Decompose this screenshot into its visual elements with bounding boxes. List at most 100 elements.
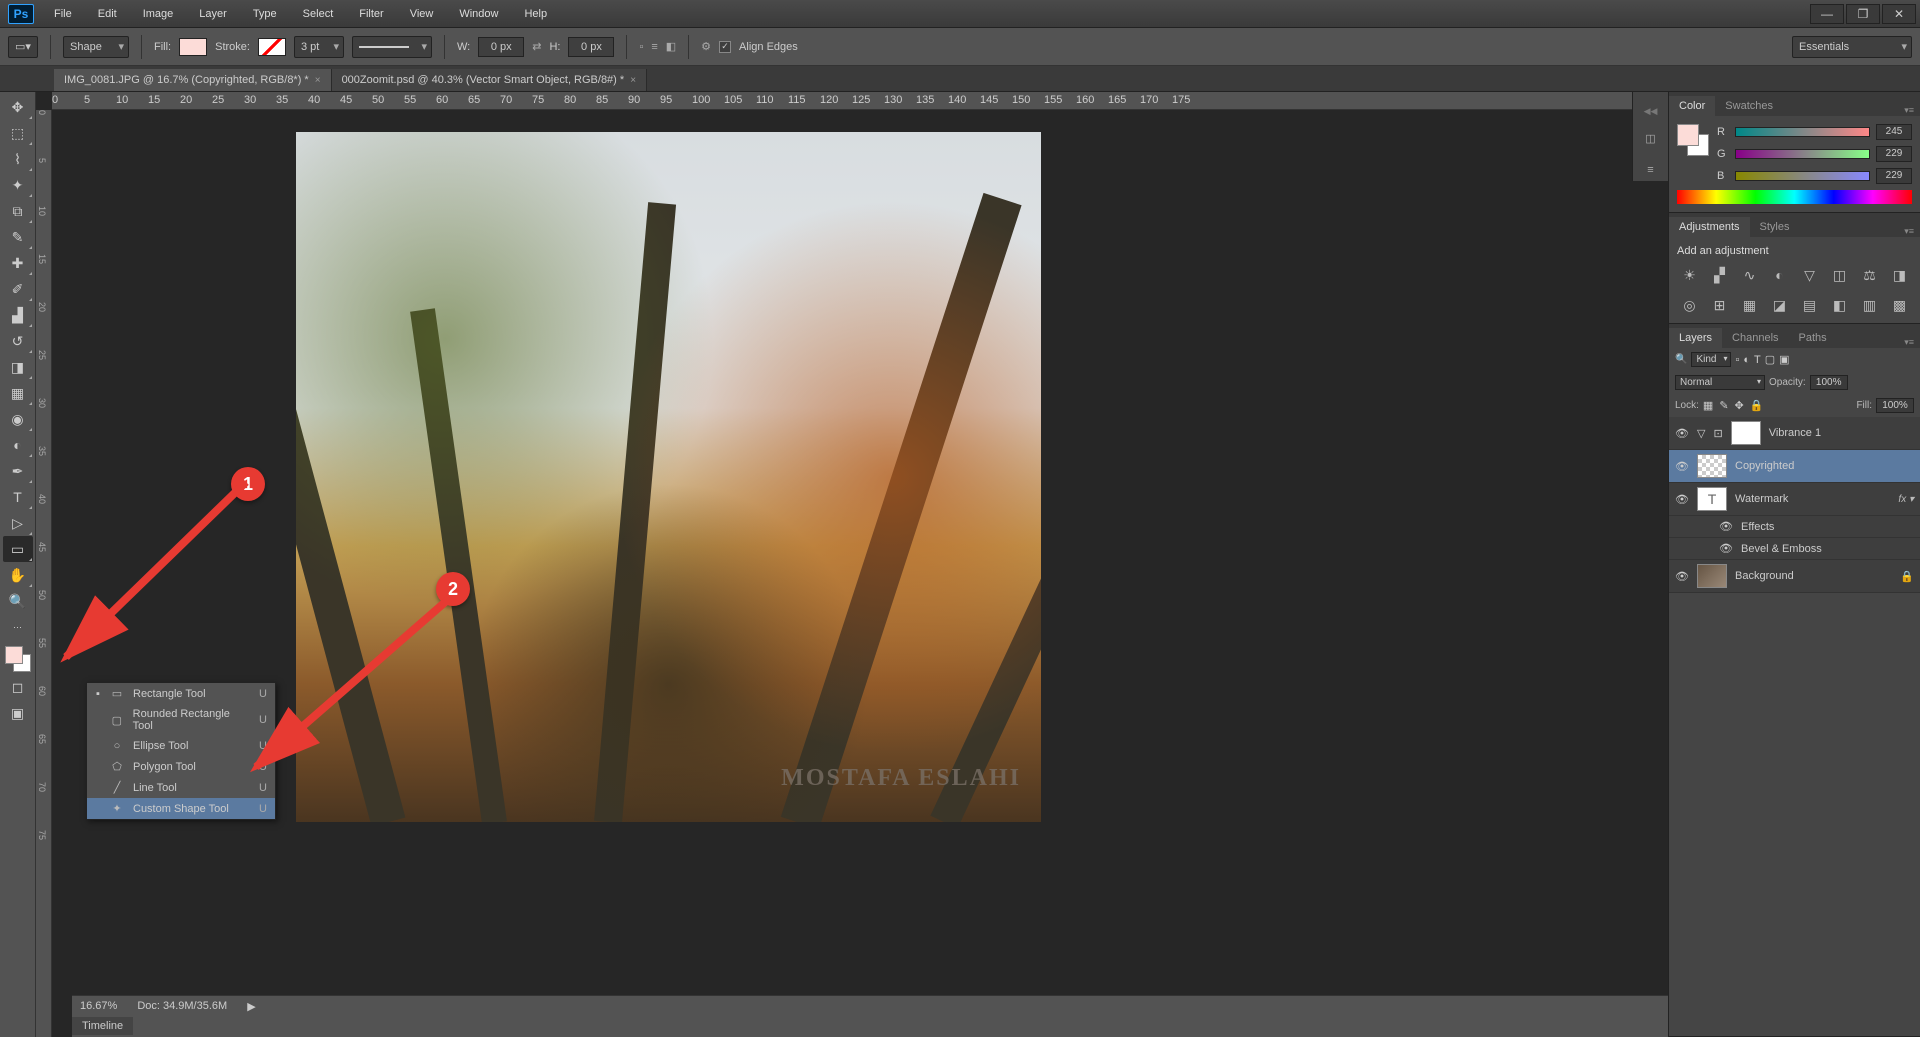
align-icon[interactable]: ≡ [651, 41, 657, 53]
posterize-icon[interactable]: ▤ [1800, 295, 1820, 315]
menu-type[interactable]: Type [241, 4, 289, 24]
align-edges-checkbox[interactable]: ✓ [719, 41, 731, 53]
bw-icon[interactable]: ◨ [1890, 265, 1910, 285]
pen-tool[interactable]: ✒ [3, 458, 33, 484]
lock-all-icon[interactable]: 🔒 [1750, 399, 1764, 412]
flyout-rounded-rectangle-tool[interactable]: ▢Rounded Rectangle ToolU [87, 704, 275, 736]
stroke-style-select[interactable] [352, 36, 432, 58]
type-tool[interactable]: T [3, 484, 33, 510]
arrange-icon[interactable]: ◧ [666, 40, 676, 53]
minimize-button[interactable]: — [1810, 4, 1844, 24]
vibrance-icon[interactable]: ▽ [1800, 265, 1820, 285]
color-swatches[interactable] [3, 644, 33, 674]
zoom-tool[interactable]: 🔍 [3, 588, 33, 614]
r-slider[interactable] [1735, 127, 1870, 137]
menu-layer[interactable]: Layer [187, 4, 239, 24]
lock-trans-icon[interactable]: ▦ [1703, 399, 1713, 412]
flyout-custom-shape-tool[interactable]: ✦Custom Shape ToolU [87, 798, 275, 819]
flyout-line-tool[interactable]: ╱Line ToolU [87, 777, 275, 798]
menu-help[interactable]: Help [512, 4, 559, 24]
g-slider[interactable] [1735, 149, 1870, 159]
properties-dock-icon[interactable]: ≡ [1640, 159, 1662, 181]
balance-icon[interactable]: ⚖ [1860, 265, 1880, 285]
stroke-swatch[interactable] [258, 38, 286, 56]
layer-row[interactable]: 👁Copyrighted [1669, 450, 1920, 483]
flyout-polygon-tool[interactable]: ⬠Polygon ToolU [87, 756, 275, 777]
stroke-width-select[interactable]: 3 pt [294, 36, 344, 58]
height-input[interactable] [568, 37, 614, 57]
settings-gear-icon[interactable]: ⚙ [701, 40, 711, 53]
brush-tool[interactable]: ✐ [3, 276, 33, 302]
close-tab-icon[interactable]: × [315, 75, 321, 86]
selective-icon[interactable]: ▩ [1890, 295, 1910, 315]
photo-filter-icon[interactable]: ◎ [1680, 295, 1700, 315]
history-brush-tool[interactable]: ↺ [3, 328, 33, 354]
blend-mode-select[interactable]: Normal [1675, 375, 1765, 390]
tab-paths[interactable]: Paths [1789, 328, 1837, 348]
filter-type-icon[interactable]: T [1754, 354, 1761, 366]
tab-layers[interactable]: Layers [1669, 328, 1722, 348]
link-wh-icon[interactable]: ⇄ [532, 40, 541, 53]
fill-input[interactable]: 100% [1876, 398, 1914, 413]
healing-tool[interactable]: ✚ [3, 250, 33, 276]
layer-row[interactable]: 👁Effects [1669, 516, 1920, 538]
invert-icon[interactable]: ◪ [1770, 295, 1790, 315]
spectrum-bar[interactable] [1677, 190, 1912, 204]
filter-pixel-icon[interactable]: ▫ [1735, 354, 1739, 366]
quickmask-icon[interactable]: ◻ [3, 674, 33, 700]
menu-view[interactable]: View [398, 4, 446, 24]
eyedropper-tool[interactable]: ✎ [3, 224, 33, 250]
path-ops-icon[interactable]: ▫ [639, 41, 643, 53]
gradient-map-icon[interactable]: ▥ [1860, 295, 1880, 315]
menu-edit[interactable]: Edit [86, 4, 129, 24]
levels-icon[interactable]: ▞ [1710, 265, 1730, 285]
filter-kind-select[interactable]: Kind [1691, 352, 1731, 367]
curves-icon[interactable]: ∿ [1740, 265, 1760, 285]
fill-swatch[interactable] [179, 38, 207, 56]
g-value[interactable]: 229 [1876, 146, 1912, 162]
panel-menu-icon[interactable]: ▾≡ [1898, 337, 1920, 348]
history-dock-icon[interactable]: ◫ [1640, 127, 1662, 149]
marquee-tool[interactable]: ⬚ [3, 120, 33, 146]
menu-image[interactable]: Image [131, 4, 186, 24]
panel-menu-icon[interactable]: ▾≡ [1898, 226, 1920, 237]
opacity-input[interactable]: 100% [1810, 375, 1848, 390]
layer-row[interactable]: 👁TWatermarkfx ▾ [1669, 483, 1920, 516]
screenmode-icon[interactable]: ▣ [3, 700, 33, 726]
brightness-icon[interactable]: ☀ [1680, 265, 1700, 285]
tool-preset-icon[interactable]: ▭▾ [8, 36, 38, 58]
threshold-icon[interactable]: ◧ [1830, 295, 1850, 315]
hue-icon[interactable]: ◫ [1830, 265, 1850, 285]
panel-menu-icon[interactable]: ▾≡ [1898, 105, 1920, 116]
tab-styles[interactable]: Styles [1750, 217, 1800, 237]
tab-adjustments[interactable]: Adjustments [1669, 217, 1750, 237]
r-value[interactable]: 245 [1876, 124, 1912, 140]
tab-channels[interactable]: Channels [1722, 328, 1788, 348]
document-tab[interactable]: IMG_0081.JPG @ 16.7% (Copyrighted, RGB/8… [54, 69, 332, 91]
move-tool[interactable]: ✥ [3, 94, 33, 120]
close-button[interactable]: ✕ [1882, 4, 1916, 24]
mixer-icon[interactable]: ⊞ [1710, 295, 1730, 315]
flyout-rectangle-tool[interactable]: ▪▭Rectangle ToolU [87, 683, 275, 704]
gradient-tool[interactable]: ▦ [3, 380, 33, 406]
stamp-tool[interactable]: ▟ [3, 302, 33, 328]
path-select-tool[interactable]: ▷ [3, 510, 33, 536]
edit-toolbar-icon[interactable]: ⋯ [3, 614, 33, 640]
crop-tool[interactable]: ⧉ [3, 198, 33, 224]
layer-row[interactable]: 👁Background🔒 [1669, 560, 1920, 593]
tab-swatches[interactable]: Swatches [1715, 96, 1783, 116]
layer-row[interactable]: 👁▽⊡Vibrance 1 [1669, 417, 1920, 450]
lasso-tool[interactable]: ⌇ [3, 146, 33, 172]
menu-window[interactable]: Window [447, 4, 510, 24]
shape-tool[interactable]: ▭ [3, 536, 33, 562]
magic-wand-tool[interactable]: ✦ [3, 172, 33, 198]
menu-file[interactable]: File [42, 4, 84, 24]
workspace-select[interactable]: Essentials [1792, 36, 1912, 58]
maximize-button[interactable]: ❐ [1846, 4, 1880, 24]
menu-filter[interactable]: Filter [347, 4, 395, 24]
filter-adj-icon[interactable]: ◐ [1743, 354, 1750, 366]
filter-shape-icon[interactable]: ▢ [1765, 353, 1775, 366]
color-fg-bg-swatch[interactable] [1677, 124, 1709, 156]
exposure-icon[interactable]: ◐ [1770, 265, 1790, 285]
filter-smart-icon[interactable]: ▣ [1779, 353, 1789, 366]
